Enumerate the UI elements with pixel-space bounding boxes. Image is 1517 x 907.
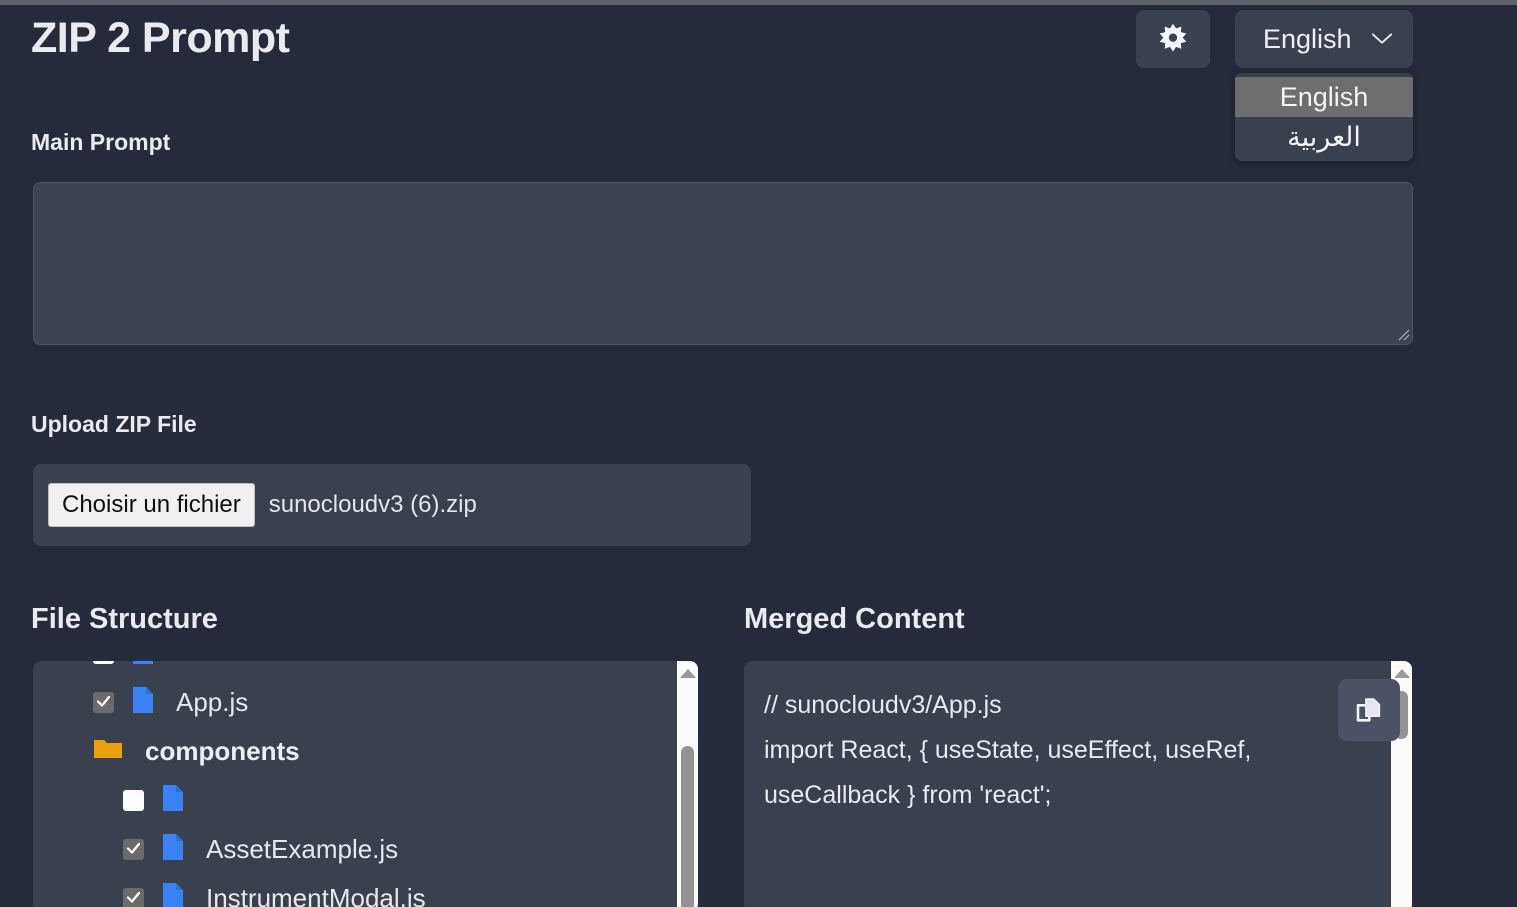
tree-file-row[interactable] (33, 661, 677, 678)
app-page: ZIP 2 Prompt English English العربية Mai… (0, 5, 1517, 907)
file-structure-panel: App.js components AssetExample.js Instrumen… (33, 661, 698, 907)
file-structure-heading: File Structure (31, 603, 218, 635)
file-tree-scroll-thumb[interactable] (681, 746, 694, 907)
tree-item-label: App.js (176, 687, 249, 717)
choose-file-button[interactable]: Choisir un fichier (48, 483, 255, 527)
tree-file-row[interactable]: InstrumentModal.js (33, 874, 677, 907)
folder-icon (93, 737, 123, 766)
language-dropdown-menu[interactable]: English العربية (1235, 73, 1413, 161)
file-tree-scrollbar[interactable] (677, 661, 698, 907)
tree-item-label: InstrumentModal.js (206, 883, 426, 907)
tree-folder-row[interactable]: components (33, 727, 677, 776)
tree-file-row[interactable]: AssetExample.js (33, 825, 677, 874)
language-option-english[interactable]: English (1235, 77, 1413, 117)
file-icon (144, 833, 184, 866)
file-icon (144, 784, 184, 817)
scroll-up-arrow-icon[interactable] (1393, 669, 1410, 678)
copy-button[interactable] (1338, 679, 1400, 741)
page-title: ZIP 2 Prompt (31, 14, 290, 62)
selected-file-name: sunocloudv3 (6).zip (268, 491, 477, 518)
language-select-button[interactable]: English (1235, 10, 1413, 68)
tree-item-checkbox[interactable] (123, 888, 144, 907)
language-selector[interactable]: English English العربية (1235, 10, 1413, 161)
tree-item-checkbox[interactable] (93, 661, 114, 664)
file-icon (114, 686, 154, 719)
main-prompt-input[interactable] (33, 182, 1413, 345)
tree-item-label: AssetExample.js (206, 834, 399, 864)
scroll-up-arrow-icon[interactable] (679, 669, 696, 678)
file-icon (144, 882, 184, 907)
tree-item-checkbox[interactable] (93, 692, 114, 713)
tree-item-checkbox[interactable] (123, 790, 144, 811)
tree-item-label: components (145, 736, 300, 766)
main-prompt-label: Main Prompt (31, 129, 171, 155)
file-upload-field[interactable]: Choisir un fichier sunocloudv3 (6).zip (33, 464, 751, 546)
file-icon (114, 661, 154, 670)
tree-file-row[interactable] (33, 776, 677, 825)
settings-button[interactable] (1136, 10, 1210, 68)
chevron-down-icon (1371, 32, 1393, 46)
merged-content-heading: Merged Content (744, 603, 965, 635)
tree-item-checkbox[interactable] (123, 839, 144, 860)
merged-content-text: // sunocloudv3/App.js import React, { us… (764, 691, 1252, 809)
gear-icon (1156, 22, 1190, 56)
tree-file-row[interactable]: App.js (33, 678, 677, 727)
upload-label: Upload ZIP File (31, 411, 197, 437)
language-selected-label: English (1263, 23, 1352, 54)
file-tree[interactable]: App.js components AssetExample.js Instrumen… (33, 661, 677, 907)
language-option-arabic[interactable]: العربية (1235, 117, 1413, 157)
copy-icon (1354, 695, 1384, 725)
merged-content-panel: // sunocloudv3/App.js import React, { us… (744, 661, 1412, 907)
